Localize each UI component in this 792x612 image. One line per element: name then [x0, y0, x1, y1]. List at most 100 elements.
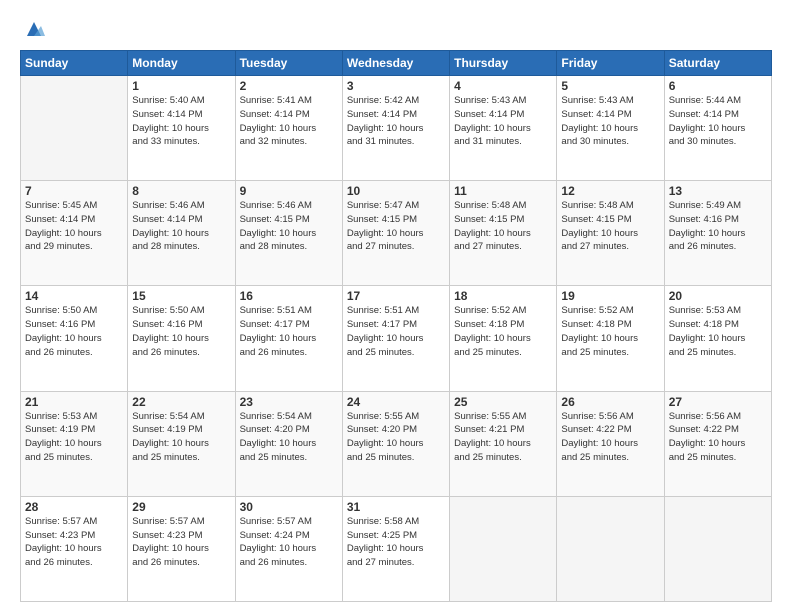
day-info: Sunrise: 5:42 AMSunset: 4:14 PMDaylight:… [347, 94, 445, 149]
day-number: 17 [347, 289, 445, 303]
logo [20, 16, 45, 40]
week-row-3: 14Sunrise: 5:50 AMSunset: 4:16 PMDayligh… [21, 286, 772, 391]
day-info: Sunrise: 5:46 AMSunset: 4:14 PMDaylight:… [132, 199, 230, 254]
day-info: Sunrise: 5:57 AMSunset: 4:23 PMDaylight:… [25, 515, 123, 570]
calendar-cell: 26Sunrise: 5:56 AMSunset: 4:22 PMDayligh… [557, 391, 664, 496]
day-number: 9 [240, 184, 338, 198]
calendar-cell: 25Sunrise: 5:55 AMSunset: 4:21 PMDayligh… [450, 391, 557, 496]
calendar-cell: 22Sunrise: 5:54 AMSunset: 4:19 PMDayligh… [128, 391, 235, 496]
weekday-header-thursday: Thursday [450, 51, 557, 76]
day-number: 19 [561, 289, 659, 303]
day-number: 24 [347, 395, 445, 409]
day-info: Sunrise: 5:54 AMSunset: 4:19 PMDaylight:… [132, 410, 230, 465]
calendar-cell: 30Sunrise: 5:57 AMSunset: 4:24 PMDayligh… [235, 496, 342, 601]
calendar-cell [450, 496, 557, 601]
day-info: Sunrise: 5:50 AMSunset: 4:16 PMDaylight:… [132, 304, 230, 359]
day-info: Sunrise: 5:57 AMSunset: 4:24 PMDaylight:… [240, 515, 338, 570]
calendar-cell: 23Sunrise: 5:54 AMSunset: 4:20 PMDayligh… [235, 391, 342, 496]
day-number: 6 [669, 79, 767, 93]
day-info: Sunrise: 5:51 AMSunset: 4:17 PMDaylight:… [240, 304, 338, 359]
calendar-cell: 17Sunrise: 5:51 AMSunset: 4:17 PMDayligh… [342, 286, 449, 391]
day-info: Sunrise: 5:56 AMSunset: 4:22 PMDaylight:… [669, 410, 767, 465]
calendar-cell [557, 496, 664, 601]
day-info: Sunrise: 5:57 AMSunset: 4:23 PMDaylight:… [132, 515, 230, 570]
day-number: 11 [454, 184, 552, 198]
day-number: 14 [25, 289, 123, 303]
calendar-cell: 20Sunrise: 5:53 AMSunset: 4:18 PMDayligh… [664, 286, 771, 391]
calendar-cell: 11Sunrise: 5:48 AMSunset: 4:15 PMDayligh… [450, 181, 557, 286]
day-number: 16 [240, 289, 338, 303]
day-number: 8 [132, 184, 230, 198]
weekday-header-tuesday: Tuesday [235, 51, 342, 76]
week-row-4: 21Sunrise: 5:53 AMSunset: 4:19 PMDayligh… [21, 391, 772, 496]
calendar-cell: 28Sunrise: 5:57 AMSunset: 4:23 PMDayligh… [21, 496, 128, 601]
calendar-cell: 14Sunrise: 5:50 AMSunset: 4:16 PMDayligh… [21, 286, 128, 391]
day-info: Sunrise: 5:53 AMSunset: 4:18 PMDaylight:… [669, 304, 767, 359]
day-info: Sunrise: 5:51 AMSunset: 4:17 PMDaylight:… [347, 304, 445, 359]
day-number: 5 [561, 79, 659, 93]
day-info: Sunrise: 5:43 AMSunset: 4:14 PMDaylight:… [454, 94, 552, 149]
calendar-cell: 2Sunrise: 5:41 AMSunset: 4:14 PMDaylight… [235, 76, 342, 181]
day-info: Sunrise: 5:40 AMSunset: 4:14 PMDaylight:… [132, 94, 230, 149]
logo-icon [23, 18, 45, 40]
weekday-header-saturday: Saturday [664, 51, 771, 76]
day-number: 20 [669, 289, 767, 303]
day-number: 12 [561, 184, 659, 198]
day-number: 23 [240, 395, 338, 409]
header [20, 16, 772, 40]
day-number: 3 [347, 79, 445, 93]
day-number: 1 [132, 79, 230, 93]
day-info: Sunrise: 5:58 AMSunset: 4:25 PMDaylight:… [347, 515, 445, 570]
calendar-cell: 3Sunrise: 5:42 AMSunset: 4:14 PMDaylight… [342, 76, 449, 181]
week-row-5: 28Sunrise: 5:57 AMSunset: 4:23 PMDayligh… [21, 496, 772, 601]
day-info: Sunrise: 5:46 AMSunset: 4:15 PMDaylight:… [240, 199, 338, 254]
calendar-table: SundayMondayTuesdayWednesdayThursdayFrid… [20, 50, 772, 602]
day-number: 25 [454, 395, 552, 409]
page: SundayMondayTuesdayWednesdayThursdayFrid… [0, 0, 792, 612]
day-info: Sunrise: 5:52 AMSunset: 4:18 PMDaylight:… [561, 304, 659, 359]
calendar-cell [664, 496, 771, 601]
day-info: Sunrise: 5:48 AMSunset: 4:15 PMDaylight:… [561, 199, 659, 254]
calendar-cell: 16Sunrise: 5:51 AMSunset: 4:17 PMDayligh… [235, 286, 342, 391]
weekday-header-row: SundayMondayTuesdayWednesdayThursdayFrid… [21, 51, 772, 76]
day-info: Sunrise: 5:50 AMSunset: 4:16 PMDaylight:… [25, 304, 123, 359]
calendar-cell: 31Sunrise: 5:58 AMSunset: 4:25 PMDayligh… [342, 496, 449, 601]
calendar-cell: 8Sunrise: 5:46 AMSunset: 4:14 PMDaylight… [128, 181, 235, 286]
calendar-cell: 18Sunrise: 5:52 AMSunset: 4:18 PMDayligh… [450, 286, 557, 391]
weekday-header-wednesday: Wednesday [342, 51, 449, 76]
day-number: 26 [561, 395, 659, 409]
calendar-cell: 5Sunrise: 5:43 AMSunset: 4:14 PMDaylight… [557, 76, 664, 181]
calendar-cell: 27Sunrise: 5:56 AMSunset: 4:22 PMDayligh… [664, 391, 771, 496]
day-info: Sunrise: 5:45 AMSunset: 4:14 PMDaylight:… [25, 199, 123, 254]
calendar-cell [21, 76, 128, 181]
day-number: 28 [25, 500, 123, 514]
calendar-cell: 6Sunrise: 5:44 AMSunset: 4:14 PMDaylight… [664, 76, 771, 181]
weekday-header-monday: Monday [128, 51, 235, 76]
week-row-2: 7Sunrise: 5:45 AMSunset: 4:14 PMDaylight… [21, 181, 772, 286]
day-info: Sunrise: 5:56 AMSunset: 4:22 PMDaylight:… [561, 410, 659, 465]
day-number: 22 [132, 395, 230, 409]
day-info: Sunrise: 5:54 AMSunset: 4:20 PMDaylight:… [240, 410, 338, 465]
calendar-cell: 1Sunrise: 5:40 AMSunset: 4:14 PMDaylight… [128, 76, 235, 181]
day-number: 21 [25, 395, 123, 409]
calendar-cell: 10Sunrise: 5:47 AMSunset: 4:15 PMDayligh… [342, 181, 449, 286]
day-info: Sunrise: 5:55 AMSunset: 4:20 PMDaylight:… [347, 410, 445, 465]
calendar-cell: 19Sunrise: 5:52 AMSunset: 4:18 PMDayligh… [557, 286, 664, 391]
day-number: 27 [669, 395, 767, 409]
day-number: 29 [132, 500, 230, 514]
day-info: Sunrise: 5:44 AMSunset: 4:14 PMDaylight:… [669, 94, 767, 149]
calendar-cell: 9Sunrise: 5:46 AMSunset: 4:15 PMDaylight… [235, 181, 342, 286]
day-number: 13 [669, 184, 767, 198]
calendar-cell: 15Sunrise: 5:50 AMSunset: 4:16 PMDayligh… [128, 286, 235, 391]
day-number: 10 [347, 184, 445, 198]
day-number: 4 [454, 79, 552, 93]
day-number: 2 [240, 79, 338, 93]
day-number: 15 [132, 289, 230, 303]
day-info: Sunrise: 5:47 AMSunset: 4:15 PMDaylight:… [347, 199, 445, 254]
day-info: Sunrise: 5:41 AMSunset: 4:14 PMDaylight:… [240, 94, 338, 149]
day-info: Sunrise: 5:49 AMSunset: 4:16 PMDaylight:… [669, 199, 767, 254]
calendar-cell: 13Sunrise: 5:49 AMSunset: 4:16 PMDayligh… [664, 181, 771, 286]
calendar-cell: 12Sunrise: 5:48 AMSunset: 4:15 PMDayligh… [557, 181, 664, 286]
week-row-1: 1Sunrise: 5:40 AMSunset: 4:14 PMDaylight… [21, 76, 772, 181]
day-info: Sunrise: 5:52 AMSunset: 4:18 PMDaylight:… [454, 304, 552, 359]
